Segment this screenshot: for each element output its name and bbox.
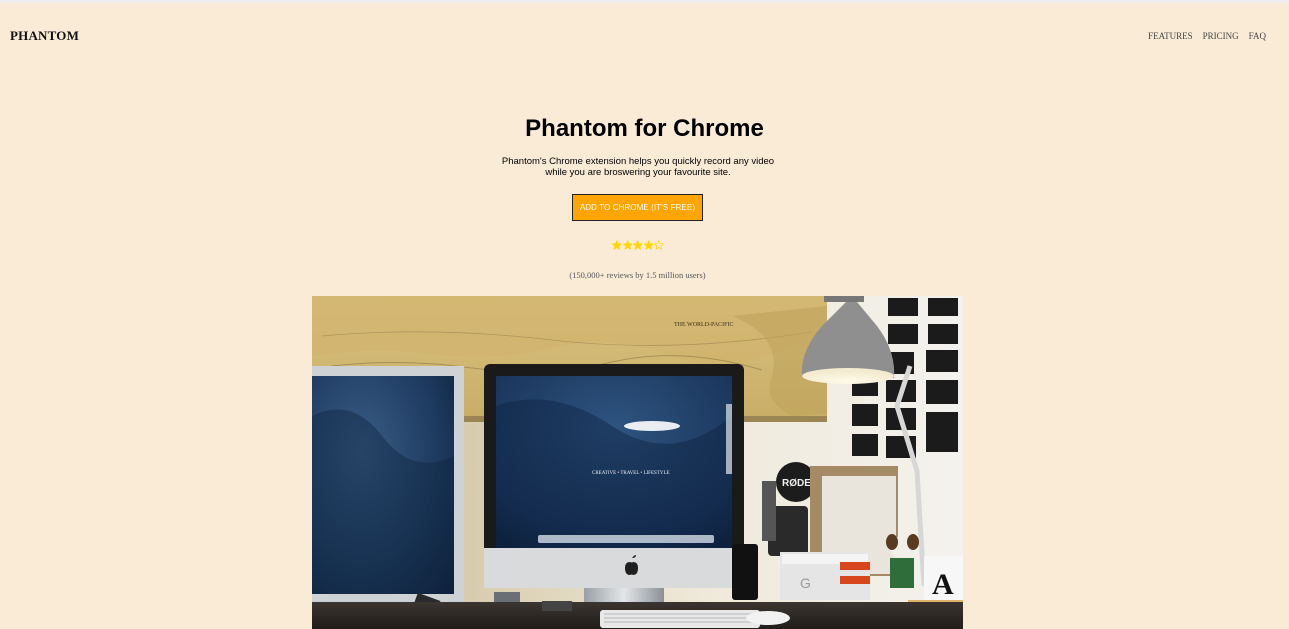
mic-brand: RØDE	[782, 478, 811, 489]
screen-text: CREATIVE • TRAVEL • LIFESTYLE	[592, 471, 670, 476]
add-to-chrome-button[interactable]: ADD TO CHROME (IT'S FREE)	[572, 194, 703, 221]
map-title: THE WORLD-PACIFIC	[674, 322, 734, 328]
star-filled-icon	[622, 240, 633, 250]
star-filled-icon	[633, 240, 643, 250]
nav-links: FEATURES PRICING FAQ	[1148, 31, 1266, 41]
nav-link-pricing[interactable]: PRICING	[1203, 31, 1239, 41]
hero-subtitle-line-1: Phantom's Chrome extension helps you qui…	[501, 156, 775, 167]
nav-link-features[interactable]: FEATURES	[1148, 31, 1193, 41]
star-filled-icon	[612, 240, 622, 250]
mug-letter: A	[932, 568, 954, 601]
site-logo[interactable]: PHANTOM	[10, 28, 79, 44]
hero-image-desk-setup: THE WORLD-PACIFIC CREATIVE • TRAVEL • LI…	[312, 296, 963, 629]
hero-subtitle: Phantom's Chrome extension helps you qui…	[494, 156, 782, 178]
rating-stars	[612, 240, 664, 252]
star-empty-icon	[654, 240, 664, 250]
star-filled-icon	[643, 240, 654, 250]
reviews-count: (150,000+ reviews by 1.5 million users)	[569, 270, 706, 280]
navbar: PHANTOM FEATURES PRICING FAQ	[0, 3, 1289, 69]
hero-subtitle-line-2: while you are broswering your favourite …	[545, 167, 731, 178]
nav-link-faq[interactable]: FAQ	[1249, 31, 1266, 41]
hero-title: Phantom for Chrome	[525, 115, 764, 142]
svg-text:G: G	[800, 575, 811, 591]
